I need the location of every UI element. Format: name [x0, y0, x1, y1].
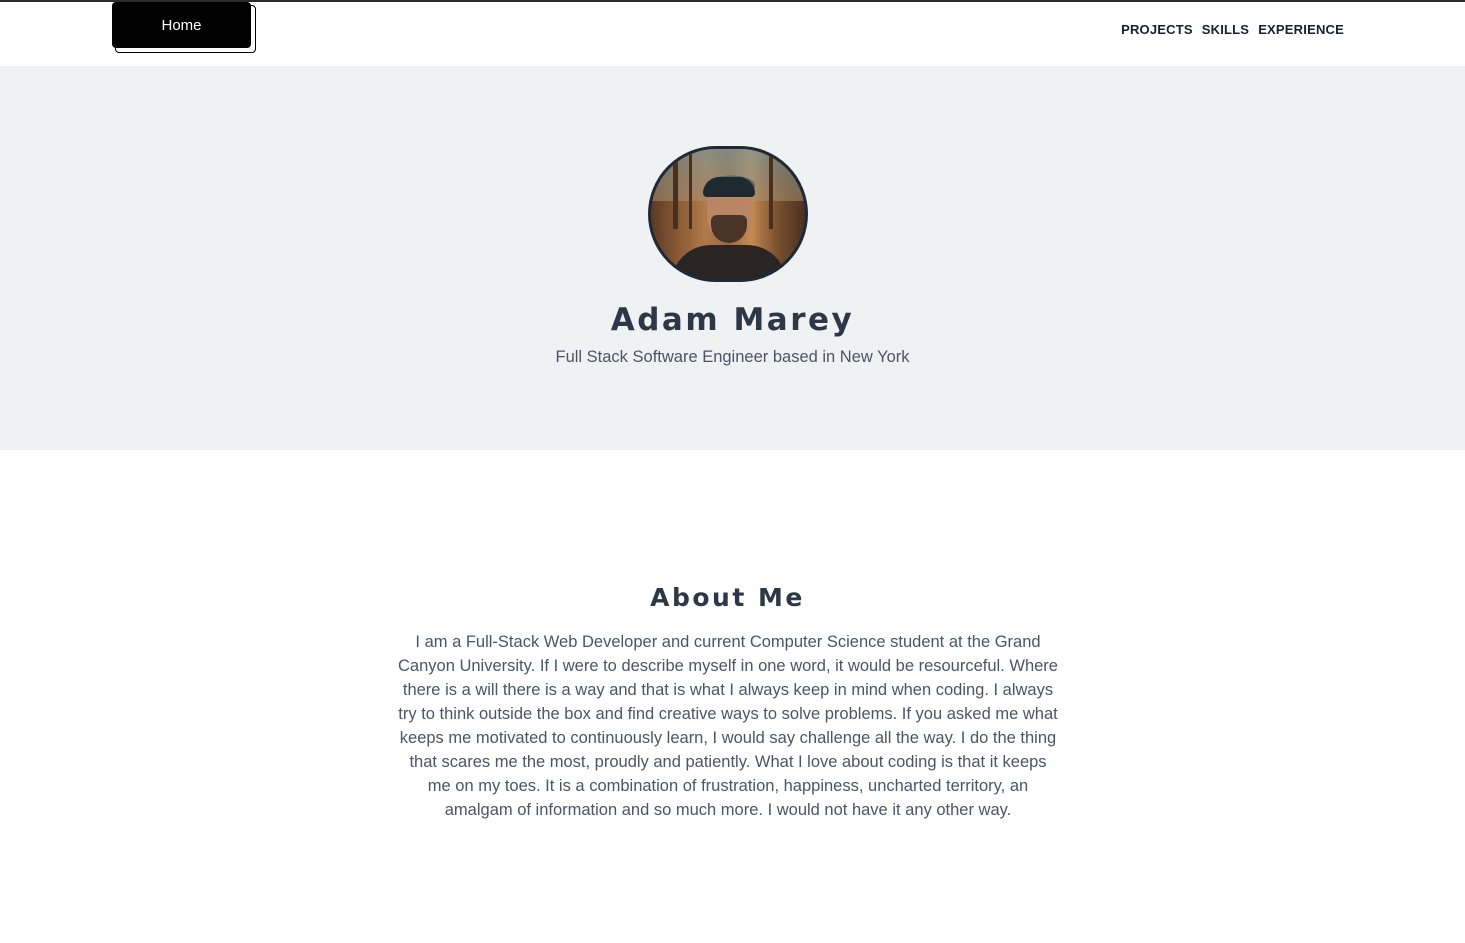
avatar-beard [711, 215, 747, 243]
nav-links: PROJECTS SKILLS EXPERIENCE [1121, 22, 1344, 37]
home-button[interactable]: Home [112, 2, 251, 48]
home-button-wrapper: Home [112, 2, 256, 53]
profile-tagline: Full Stack Software Engineer based in Ne… [555, 348, 910, 366]
nav-link-projects[interactable]: PROJECTS [1121, 22, 1193, 37]
nav-link-skills[interactable]: SKILLS [1202, 22, 1249, 37]
avatar-tree [769, 149, 773, 229]
avatar-shirt [671, 245, 787, 279]
portfolio-page: Home PROJECTS SKILLS EXPERIENCE Adam Mar… [0, 0, 1465, 943]
navbar: Home PROJECTS SKILLS EXPERIENCE [0, 2, 1465, 66]
about-title: About Me [650, 583, 805, 612]
hero-section: Adam Marey Full Stack Software Engineer … [0, 66, 1465, 450]
profile-name: Adam Marey [610, 302, 855, 338]
avatar-cap [703, 177, 755, 197]
avatar-tree [673, 149, 678, 229]
avatar-tree [689, 149, 692, 229]
about-text: I am a Full-Stack Web Developer and curr… [398, 633, 1058, 819]
nav-link-experience[interactable]: EXPERIENCE [1258, 22, 1344, 37]
profile-avatar [648, 146, 808, 282]
